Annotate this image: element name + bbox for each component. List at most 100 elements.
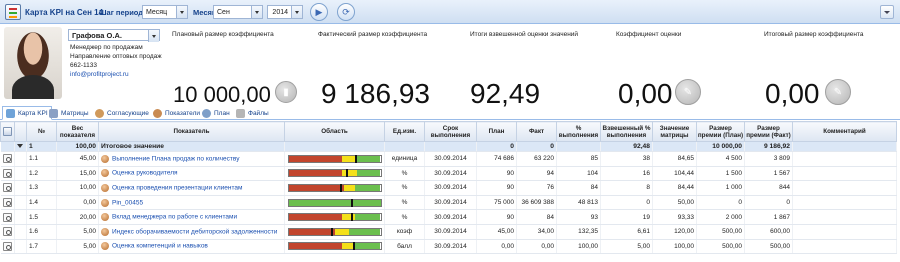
cell-unit: % <box>384 180 425 196</box>
tab-indicators[interactable]: Показатели <box>153 106 200 120</box>
window-title: Карта KPI на Сен 14 <box>25 7 104 17</box>
table-row[interactable]: 1.1 45,00 Выполнение Плана продаж по колич… <box>0 151 897 167</box>
cell-unit: коэф <box>384 224 425 240</box>
column-header-unit[interactable]: Ед.изм. <box>384 121 425 142</box>
indicator-link[interactable]: Вклад менеджера по работе с клиентами <box>112 214 237 221</box>
cell-unit: балл <box>384 239 425 255</box>
tab-plan[interactable]: План <box>202 106 230 120</box>
indicator-icon <box>101 198 109 207</box>
area-bar-cell <box>284 180 385 196</box>
bar-marker <box>354 154 357 163</box>
actual-coef-label: Фактический размер коэффициента <box>318 31 428 38</box>
cell-weighted-pct: 5,00 <box>600 239 653 255</box>
indicator-icon <box>101 227 109 236</box>
cell-deadline: 30.09.2014 <box>424 224 477 240</box>
column-header-weight[interactable]: Вес показателя <box>56 121 99 142</box>
row-action-cell[interactable] <box>0 151 15 167</box>
play-button[interactable]: ▶ <box>310 3 328 21</box>
indicator-link[interactable]: Оценка проведения презентации клиентам <box>112 185 242 192</box>
view-details-icon[interactable] <box>2 198 12 208</box>
table-row[interactable]: 1.3 10,00 Оценка проведения презентации кл… <box>0 180 897 196</box>
cell-matrix-value: 50,00 <box>652 195 697 211</box>
view-details-icon[interactable] <box>2 183 12 193</box>
column-header-indicator[interactable]: Показатель <box>98 121 285 142</box>
tab-label: Показатели <box>165 109 200 117</box>
table-row[interactable]: 1.2 15,00 Оценка руководителя% 30.09.2014 90… <box>0 166 897 182</box>
table-row[interactable]: 1.4 0,00 Pin_00455% 30.09.2014 75 000 36 609 … <box>0 195 897 211</box>
indicator-link[interactable]: Оценка компетенций и навыков <box>112 243 208 250</box>
cell-deadline: 30.09.2014 <box>424 151 477 167</box>
collapse-icon[interactable] <box>14 141 27 152</box>
view-details-icon[interactable] <box>2 212 12 222</box>
cell-weight: 20,00 <box>56 209 99 225</box>
view-details-icon[interactable] <box>2 241 12 251</box>
cell-unit: % <box>384 195 425 211</box>
total-row[interactable]: 1 100,00 Итоговое значение 0 0 92,48 10 … <box>0 141 897 152</box>
indicator-cell: Выполнение Плана продаж по количеству <box>98 151 285 167</box>
chevron-down-icon[interactable] <box>176 6 187 18</box>
toolbar-menu-button[interactable] <box>880 5 894 19</box>
plan-icon <box>202 108 211 118</box>
tab-kpi-card[interactable]: Карта KPI <box>2 106 52 120</box>
row-menu-header[interactable] <box>0 121 15 142</box>
bar-segment-green <box>354 214 381 221</box>
column-header-weighted-pct[interactable]: Взвешенный % выполнения <box>600 121 653 142</box>
column-header-area[interactable]: Область <box>284 121 385 142</box>
spinner-icon[interactable] <box>291 6 302 18</box>
chart-icon[interactable]: ▮ <box>275 81 297 103</box>
rating-coef-label: Коэффициент оценки <box>616 31 682 38</box>
indicator-link[interactable]: Выполнение Плана продаж по количеству <box>112 156 239 163</box>
year-spinner[interactable]: 2014 <box>267 5 303 19</box>
column-header-matrix-value[interactable]: Значение матрицы <box>652 121 697 142</box>
indicator-cell: Вклад менеджера по работе с клиентами <box>98 209 285 225</box>
column-header-fact[interactable]: Факт <box>516 121 557 142</box>
indicator-icon <box>101 169 109 178</box>
view-details-icon[interactable] <box>2 154 12 164</box>
weighted-total-label: Итоги взвешенной оценки значений <box>470 31 579 38</box>
chevron-down-icon[interactable] <box>251 6 262 18</box>
row-action-cell[interactable] <box>0 166 15 182</box>
table-row[interactable]: 1.5 20,00 Вклад менеджера по работе с клие… <box>0 209 897 225</box>
cell-bonus-fact: 600,00 <box>744 224 793 240</box>
tab-matrices[interactable]: Матрицы <box>49 106 89 120</box>
column-header-deadline[interactable]: Срок выполнения <box>424 121 477 142</box>
column-header-pct[interactable]: % выполнения <box>556 121 601 142</box>
table-row[interactable]: 1.6 5,00 Индекс оборачиваемости дебиторско… <box>0 224 897 240</box>
person-email-link[interactable]: info@profitproject.ru <box>70 71 129 78</box>
month-select[interactable]: Сен <box>213 5 263 19</box>
column-header-num[interactable]: № <box>26 121 57 142</box>
row-action-cell[interactable] <box>0 224 15 240</box>
period-step-select[interactable]: Месяц <box>142 5 188 19</box>
person-select[interactable]: Графова О.А. <box>68 29 160 42</box>
chevron-down-icon[interactable] <box>148 30 159 42</box>
view-details-icon[interactable] <box>2 168 12 178</box>
tab-files[interactable]: Файлы <box>236 106 269 120</box>
column-header-bonus-plan[interactable]: Размер премии (План) <box>696 121 745 142</box>
edit-pencil-icon[interactable]: ✎ <box>825 79 851 105</box>
view-details-icon[interactable] <box>2 227 12 237</box>
area-bar-cell <box>284 166 385 182</box>
row-action-cell[interactable] <box>0 209 15 225</box>
folder-icon <box>236 108 245 118</box>
column-header-comment[interactable]: Комментарий <box>792 121 897 142</box>
tab-approvers[interactable]: Согласующие <box>95 106 149 120</box>
cell-matrix-value: 93,33 <box>652 209 697 225</box>
table-row[interactable]: 1.7 5,00 Оценка компетенций и навыков балл 3… <box>0 239 897 255</box>
row-action-cell[interactable] <box>0 239 15 255</box>
area-bar-cell <box>284 209 385 225</box>
cell-weighted-pct: 16 <box>600 166 653 182</box>
row-action-cell[interactable] <box>0 180 15 196</box>
cell-num: 1.6 <box>26 224 57 240</box>
indicator-link[interactable]: Индекс оборачиваемости дебиторской задол… <box>112 228 277 235</box>
row-action-cell[interactable] <box>0 195 15 211</box>
cell-plan: 90 <box>476 209 517 225</box>
column-header-plan[interactable]: План <box>476 121 517 142</box>
indicator-link[interactable]: Оценка руководителя <box>112 170 178 177</box>
cell <box>792 141 897 152</box>
edit-pencil-icon[interactable]: ✎ <box>675 79 701 105</box>
final-coef-label: Итоговый размер коэффициента <box>764 31 864 38</box>
column-header-bonus-fact[interactable]: Размер премии (Факт) <box>744 121 793 142</box>
refresh-button[interactable]: ⟳ <box>337 3 355 21</box>
grid-icon <box>49 108 58 118</box>
indicator-link[interactable]: Pin_00455 <box>112 199 143 206</box>
